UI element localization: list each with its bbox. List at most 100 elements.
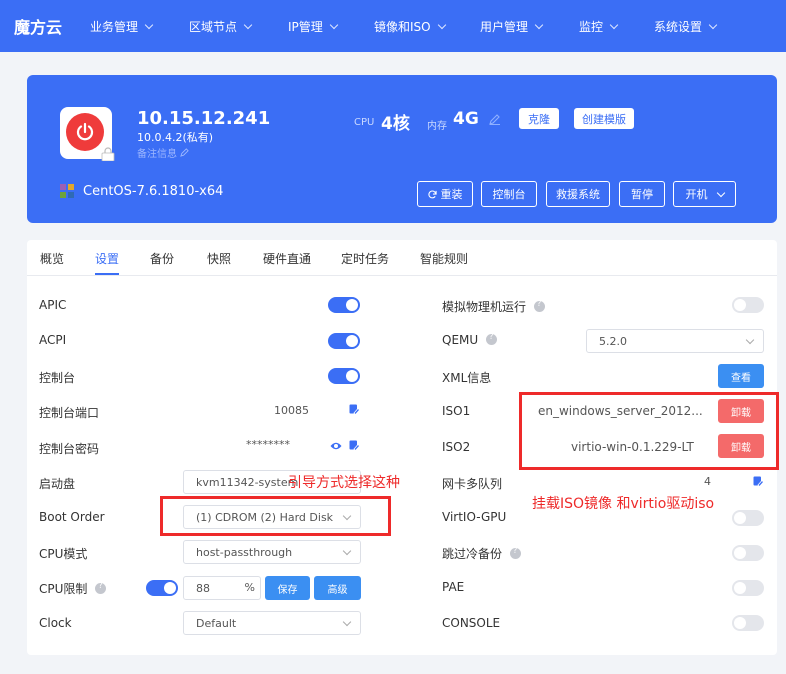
- create-template-button[interactable]: 创建模版: [574, 108, 634, 129]
- console-uppercase-toggle[interactable]: [732, 615, 764, 631]
- centos-icon: [60, 184, 74, 198]
- virtio-gpu-toggle[interactable]: [732, 510, 764, 526]
- reinstall-button[interactable]: 重装: [417, 181, 473, 207]
- edit-icon[interactable]: [489, 113, 501, 125]
- cpu-mode-select[interactable]: host-passthrough: [183, 540, 361, 564]
- console-password-label: 控制台密码: [39, 442, 100, 456]
- apic-label: APIC: [39, 298, 67, 312]
- boot-disk-label: 启动盘: [39, 477, 76, 491]
- cpu-limit-label: CPU限制: [39, 580, 107, 597]
- skip-cold-backup-toggle[interactable]: [732, 545, 764, 561]
- top-nav: 魔方云 业务管理 区域节点 IP管理 镜像和ISO 用户管理 监控 系统设置: [0, 0, 786, 52]
- memory-label: 内存: [427, 121, 447, 132]
- chevron-down-icon: [745, 335, 755, 345]
- chevron-down-icon: [144, 20, 154, 30]
- chevron-down-icon: [716, 188, 725, 197]
- iso2-label: ISO2: [442, 440, 471, 454]
- nav-item-region[interactable]: 区域节点: [189, 18, 253, 35]
- edit-doc-icon[interactable]: [349, 440, 360, 451]
- emulate-physical-toggle[interactable]: [732, 297, 764, 313]
- lock-icon: [101, 147, 115, 161]
- power-icon: [66, 113, 104, 151]
- power-status[interactable]: [60, 107, 115, 161]
- nav-item-ip[interactable]: IP管理: [288, 18, 339, 35]
- remark[interactable]: 备注信息: [137, 145, 189, 160]
- brand-logo[interactable]: 魔方云: [14, 14, 90, 38]
- boot-order-label: Boot Order: [39, 510, 105, 524]
- iso-annotation: 挂载ISO镜像 和virtio驱动iso: [532, 496, 715, 512]
- tab-schedule[interactable]: 定时任务: [341, 250, 389, 267]
- xml-label: XML信息: [442, 371, 492, 385]
- boot-order-highlight: [160, 496, 391, 536]
- chevron-down-icon: [329, 20, 339, 30]
- host-card: 10.15.12.241 10.0.4.2(私有) 备注信息 CPU 4核 内存…: [27, 75, 777, 223]
- tab-bar: 概览 设置 备份 快照 硬件直通 定时任务 智能规则: [27, 240, 777, 276]
- pae-toggle[interactable]: [732, 580, 764, 596]
- boot-order-annotation: 引导方式选择这种: [288, 475, 400, 491]
- nav-item-business[interactable]: 业务管理: [90, 18, 154, 35]
- console-label: 控制台: [39, 371, 76, 385]
- edit-doc-icon[interactable]: [349, 404, 360, 415]
- tab-overview[interactable]: 概览: [40, 250, 64, 267]
- tab-snapshot[interactable]: 快照: [207, 250, 231, 267]
- apic-toggle[interactable]: [328, 297, 360, 313]
- private-ip: 10.0.4.2(私有): [137, 131, 214, 144]
- pae-label: PAE: [442, 580, 465, 594]
- memory-value: 4G: [453, 109, 479, 129]
- nav-item-settings[interactable]: 系统设置: [654, 18, 718, 35]
- cpu-limit-save-button[interactable]: 保存: [265, 576, 310, 600]
- nav-item-users[interactable]: 用户管理: [480, 18, 544, 35]
- console-toggle[interactable]: [328, 368, 360, 384]
- chevron-down-icon: [342, 546, 352, 556]
- iso1-label: ISO1: [442, 404, 471, 418]
- edit-icon: [180, 148, 189, 157]
- clock-select[interactable]: Default: [183, 611, 361, 635]
- active-tab-indicator: [95, 273, 119, 275]
- refresh-icon: [427, 189, 437, 198]
- xml-view-button[interactable]: 查看: [718, 364, 764, 388]
- pause-button[interactable]: 暂停: [619, 181, 665, 207]
- chevron-down-icon: [708, 20, 718, 30]
- cpu-limit-toggle[interactable]: [146, 580, 178, 596]
- tab-settings[interactable]: 设置: [95, 250, 119, 267]
- help-icon[interactable]: [486, 332, 498, 345]
- help-icon[interactable]: [510, 546, 522, 559]
- cpu-label: CPU: [354, 117, 375, 128]
- chevron-down-icon: [534, 20, 544, 30]
- acpi-label: ACPI: [39, 333, 67, 347]
- tab-smart-rules[interactable]: 智能规则: [420, 250, 468, 267]
- acpi-toggle[interactable]: [328, 333, 360, 349]
- tab-backup[interactable]: 备份: [150, 250, 174, 267]
- cpu-limit-advanced-button[interactable]: 高级: [314, 576, 361, 600]
- qemu-label: QEMU: [442, 332, 498, 347]
- cpu-limit-input[interactable]: 88 %: [183, 576, 261, 600]
- nav-item-images[interactable]: 镜像和ISO: [374, 18, 446, 35]
- rescue-system-button[interactable]: 救援系统: [546, 181, 610, 207]
- nic-queue-label: 网卡多队列: [442, 477, 503, 491]
- chevron-down-icon: [243, 20, 253, 30]
- tab-passthrough[interactable]: 硬件直通: [263, 250, 311, 267]
- console-uppercase-label: CONSOLE: [442, 616, 501, 630]
- edit-doc-icon[interactable]: [753, 476, 764, 487]
- chevron-down-icon: [609, 20, 619, 30]
- os-name: CentOS-7.6.1810-x64: [83, 184, 224, 199]
- console-password-value: ********: [246, 438, 290, 451]
- nav-item-monitor[interactable]: 监控: [579, 18, 619, 35]
- clock-label: Clock: [39, 616, 72, 630]
- power-on-button[interactable]: 开机: [673, 181, 736, 207]
- eye-icon[interactable]: [330, 441, 342, 451]
- chevron-down-icon: [437, 20, 446, 30]
- virtio-gpu-label: VirtIO-GPU: [442, 510, 507, 524]
- cpu-mode-label: CPU模式: [39, 547, 88, 561]
- help-icon[interactable]: [95, 581, 107, 594]
- clone-button[interactable]: 克隆: [519, 108, 559, 129]
- nic-queue-value: 4: [704, 475, 711, 488]
- chevron-down-icon: [342, 617, 352, 627]
- console-button[interactable]: 控制台: [481, 181, 537, 207]
- public-ip: 10.15.12.241: [137, 108, 271, 129]
- console-port-label: 控制台端口: [39, 406, 100, 420]
- iso-highlight: [519, 392, 779, 470]
- emulate-physical-label: 模拟物理机运行: [442, 298, 546, 315]
- help-icon[interactable]: [534, 299, 546, 312]
- qemu-select[interactable]: 5.2.0: [586, 329, 764, 353]
